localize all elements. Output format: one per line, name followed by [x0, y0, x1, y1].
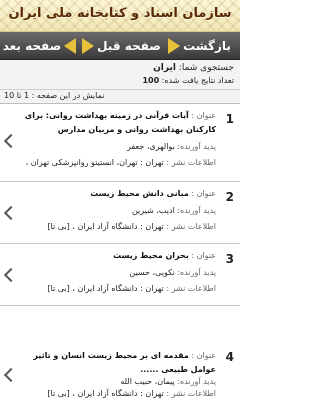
result-publication-line: اطلاعات نشر : تهران : تهران، انستیتو روا…: [16, 158, 216, 168]
result-number: 1: [225, 112, 234, 126]
result-title: مبانی دانش محیط زیست: [90, 189, 189, 198]
result-item[interactable]: 1 عنوان : آیات قرآنی در زمینه بهداشت روا…: [0, 104, 240, 182]
result-item[interactable]: 3 عنوان : بحران محیط زیست پدید آورنده: ن…: [0, 244, 240, 306]
back-button[interactable]: بازگشت: [164, 35, 238, 57]
result-item[interactable]: 4 عنوان : مقدمه ای بر محیط زیست انسان و …: [0, 306, 240, 400]
result-title-line: عنوان : بحران محیط زیست: [16, 251, 216, 261]
search-info: جستجوی شما: ایران تعداد نتایج یافت شده: …: [0, 60, 240, 90]
result-publication-line: اطلاعات نشر : تهران : دانشگاه آزاد ایران…: [16, 222, 216, 232]
result-title: آیات قرآنی در زمینه بهداشت روانی: برای: [24, 111, 189, 120]
title-label: عنوان :: [191, 251, 216, 260]
result-author-line: پدید آورنده: نکویی، حسین: [16, 268, 216, 278]
arrow-right-icon: [82, 38, 95, 54]
title-label: عنوان :: [191, 189, 216, 198]
result-publication: تهران : دانشگاه آزاد ایران ، [بی تا]: [47, 389, 164, 398]
result-author: نکویی، حسین: [129, 268, 175, 277]
result-title: بحران محیط زیست: [113, 251, 189, 260]
prev-page-label: صفحه قبل: [97, 39, 161, 53]
result-title-line: عنوان : مقدمه ای بر محیط زیست انسان و تا…: [16, 351, 216, 361]
publication-label: اطلاعات نشر :: [166, 158, 216, 167]
app-title: سازمان اسناد و کتابخانه ملی ایران: [8, 6, 232, 21]
result-count-value: 100: [142, 76, 160, 85]
author-label: پدید آورنده:: [177, 268, 216, 277]
next-page-label: صفحه بعد: [2, 39, 62, 53]
back-label: بازگشت: [183, 39, 231, 53]
page-range-bar: نمایش در این صفحه : 1 تا 10: [0, 90, 240, 104]
result-publication: تهران : تهران، انستیتو روانپزشکی تهران ،: [25, 158, 164, 167]
publication-label: اطلاعات نشر :: [166, 222, 216, 231]
result-title-cont: عوامل طبیعی ......: [140, 365, 216, 374]
app-header: سازمان اسناد و کتابخانه ملی ایران: [0, 0, 240, 32]
back-arrow-icon: [168, 38, 181, 54]
result-item[interactable]: 2 عنوان : مبانی دانش محیط زیست پدید آورن…: [0, 182, 240, 244]
result-number: 4: [225, 350, 234, 364]
author-label: پدید آورنده:: [177, 206, 216, 215]
result-author: پیمان، حبیب الله: [120, 377, 175, 386]
publication-label: اطلاعات نشر :: [166, 389, 216, 398]
result-number: 3: [225, 252, 234, 266]
arrow-left-icon: [64, 38, 77, 54]
author-label: پدید آورنده:: [177, 377, 216, 386]
result-number: 2: [225, 190, 234, 204]
result-author: بوالهری، جعفر: [127, 142, 175, 151]
search-term: جستجوی شما: ایران: [153, 63, 234, 73]
search-term-label: جستجوی شما:: [178, 63, 234, 73]
prev-page-button[interactable]: صفحه قبل: [82, 35, 161, 57]
page-range-text: نمایش در این صفحه : 1 تا 10: [4, 91, 105, 100]
result-author: ادیب، شیرین: [131, 206, 175, 215]
title-label: عنوان :: [191, 111, 216, 120]
result-count-label: تعداد نتایج یافت شده:: [161, 76, 234, 85]
next-page-button[interactable]: صفحه بعد: [2, 35, 77, 57]
result-publication: تهران : دانشگاه آزاد ایران ، [بی تا]: [47, 284, 164, 293]
result-author-line: پدید آورنده: بوالهری، جعفر: [16, 142, 216, 152]
result-count: تعداد نتایج یافت شده: 100: [142, 76, 234, 85]
result-author-line: پدید آورنده: ادیب، شیرین: [16, 206, 216, 216]
publication-label: اطلاعات نشر :: [166, 284, 216, 293]
result-title: مقدمه ای بر محیط زیست انسان و تاثیر: [33, 351, 189, 360]
result-publication-line: اطلاعات نشر : تهران : دانشگاه آزاد ایران…: [16, 284, 216, 294]
result-publication: تهران : دانشگاه آزاد ایران ، [بی تا]: [47, 222, 164, 231]
result-author-line: پدید آورنده: پیمان، حبیب الله: [16, 377, 216, 387]
result-publication-line: اطلاعات نشر : تهران : دانشگاه آزاد ایران…: [16, 389, 216, 399]
result-title-line: عنوان : آیات قرآنی در زمینه بهداشت روانی…: [16, 111, 216, 121]
result-title-line: عنوان : مبانی دانش محیط زیست: [16, 189, 216, 199]
nav-bar: صفحه بعد صفحه قبل بازگشت: [0, 32, 240, 60]
result-title-cont: کارکنان بهداشت روانی و مربیان مدارس: [57, 125, 216, 134]
search-term-value: ایران: [153, 63, 176, 73]
author-label: پدید آورنده:: [177, 142, 216, 151]
title-label: عنوان :: [191, 351, 216, 360]
